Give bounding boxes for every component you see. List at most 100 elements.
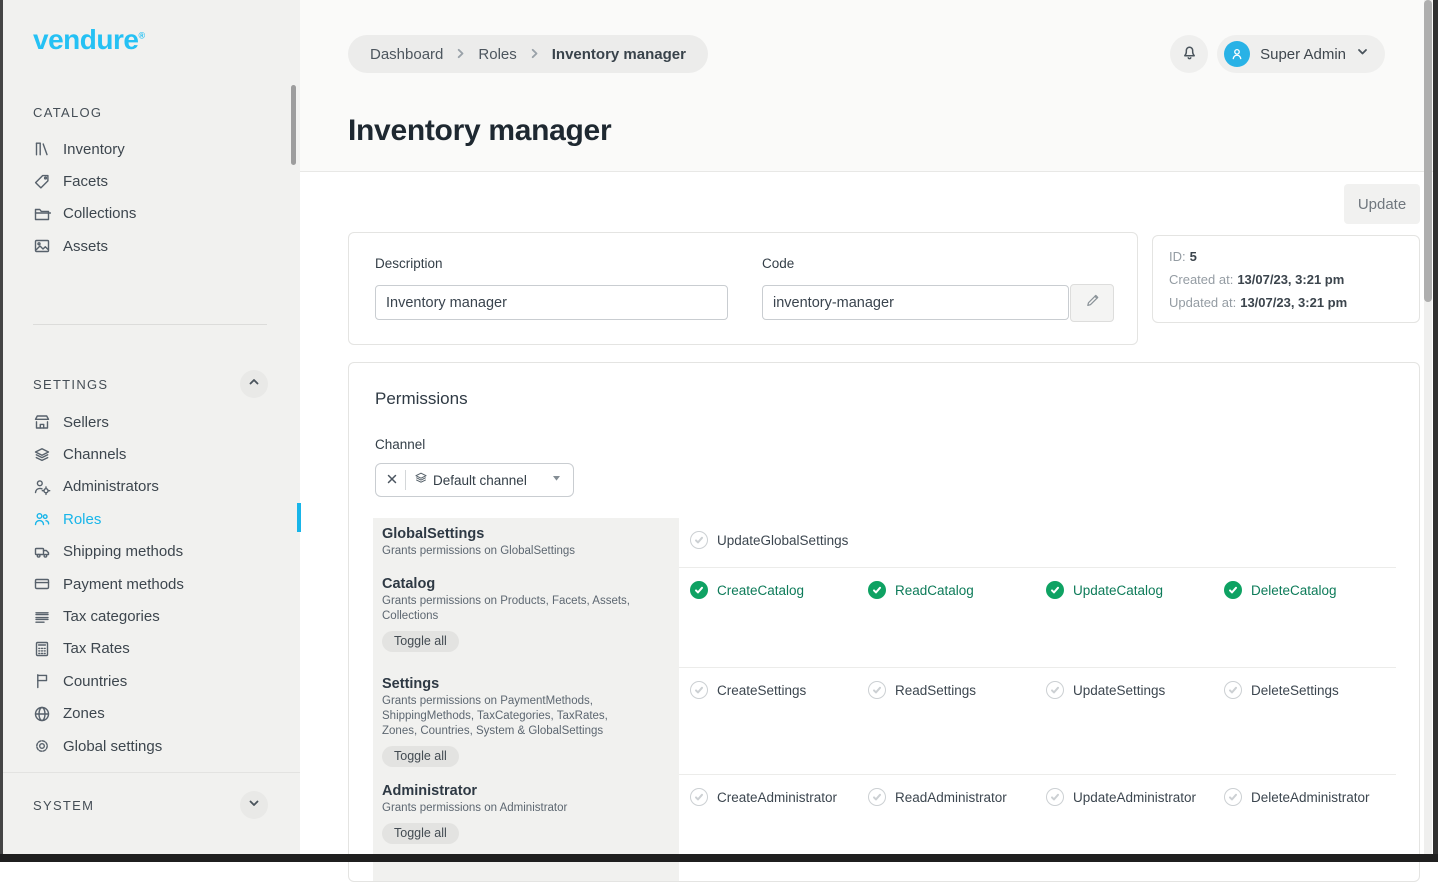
avatar [1224,41,1250,67]
system-collapse-button[interactable] [240,791,268,819]
bell-icon [1180,42,1199,66]
sidebar-item-collections[interactable]: Collections [33,198,290,230]
permission-deletesettings[interactable]: DeleteSettings [1224,681,1402,699]
sidebar-scrollbar-thumb[interactable] [291,85,296,165]
channel-select[interactable]: Default channel [375,463,574,497]
section-label-settings: SETTINGS [33,377,108,392]
checkbox-unchecked-icon [868,681,886,699]
toggle-all-button[interactable]: Toggle all [382,746,459,767]
breadcrumb-roles[interactable]: Roles [478,46,516,63]
permission-updatecatalog[interactable]: UpdateCatalog [1046,581,1224,599]
sidebar-item-tax-categories[interactable]: Tax categories [33,600,290,632]
window-border-bottom [0,854,1438,862]
settings-nav: Sellers Channels Administrators Roles Sh… [33,406,290,762]
user-menu[interactable]: Super Admin [1217,35,1385,73]
permission-cells: UpdateGlobalSettings [679,518,1396,568]
sidebar-item-label: Administrators [63,478,159,495]
sidebar-item-assets[interactable]: Assets [33,230,290,262]
permission-readsettings[interactable]: ReadSettings [868,681,1046,699]
truck-icon [33,543,51,561]
sidebar-item-administrators[interactable]: Administrators [33,471,290,503]
window-border-left [0,0,3,862]
breadcrumb-dashboard[interactable]: Dashboard [370,46,443,63]
sidebar-item-label: Collections [63,205,136,222]
gear-icon [33,737,51,755]
facets-icon [33,173,51,191]
main-content: Dashboard Roles Inventory manager Super … [300,0,1438,862]
chevron-down-icon [248,796,260,814]
permission-createcatalog[interactable]: CreateCatalog [690,581,868,599]
permission-deleteadministrator[interactable]: DeleteAdministrator [1224,788,1402,806]
entity-info-panel: ID:5 Created at:13/07/23, 3:21 pm Update… [1152,235,1420,323]
sidebar-item-roles[interactable]: Roles [33,503,290,535]
sidebar-item-zones[interactable]: Zones [33,698,290,730]
pencil-icon [1085,293,1100,313]
checkbox-checked-icon [690,581,708,599]
sidebar-item-payment-methods[interactable]: Payment methods [33,568,290,600]
catalog-nav: Inventory Facets Collections Assets [33,133,290,263]
sidebar-item-channels[interactable]: Channels [33,438,290,470]
chevron-right-icon [455,46,466,63]
permissions-heading: Permissions [375,389,468,409]
sidebar-item-label: Facets [63,173,108,190]
sidebar-item-countries[interactable]: Countries [33,665,290,697]
checkbox-unchecked-icon [690,681,708,699]
sidebar-item-shipping-methods[interactable]: Shipping methods [33,536,290,568]
sidebar-item-label: Payment methods [63,576,184,593]
assets-icon [33,237,51,255]
description-input[interactable] [375,285,728,320]
notifications-button[interactable] [1170,35,1208,73]
select-divider [405,470,406,490]
update-button[interactable]: Update [1344,184,1420,224]
sidebar-item-global-settings[interactable]: Global settings [33,730,290,762]
credit-card-icon [33,575,51,593]
sidebar-item-facets[interactable]: Facets [33,165,290,197]
checkbox-checked-icon [868,581,886,599]
sidebar-item-tax-rates[interactable]: Tax Rates [33,633,290,665]
sidebar-item-sellers[interactable]: Sellers [33,406,290,438]
checkbox-unchecked-icon [1046,788,1064,806]
breadcrumb-current: Inventory manager [552,46,686,63]
permission-createsettings[interactable]: CreateSettings [690,681,868,699]
flag-icon [33,672,51,690]
sidebar-item-label: Zones [63,705,105,722]
permission-updatesettings[interactable]: UpdateSettings [1046,681,1224,699]
page-scrollbar-thumb[interactable] [1424,0,1432,302]
toggle-all-button[interactable]: Toggle all [382,823,459,844]
group-name: Administrator [382,783,665,799]
group-description: Grants permissions on Products, Facets, … [382,594,644,624]
group-cell: Catalog Grants permissions on Products, … [373,568,679,668]
permission-readadministrator[interactable]: ReadAdministrator [868,788,1046,806]
channels-icon [33,446,51,464]
globe-icon [33,705,51,723]
sidebar-item-label: Channels [63,446,126,463]
vendure-logo[interactable]: vendure® [33,24,145,56]
permission-updateadministrator[interactable]: UpdateAdministrator [1046,788,1224,806]
page-scrollbar-track[interactable] [1424,0,1432,862]
code-input[interactable] [762,285,1069,320]
checkbox-unchecked-icon [1224,788,1242,806]
page-title: Inventory manager [348,114,611,148]
permission-cells: CreateSettings ReadSettings UpdateSettin… [679,668,1396,775]
permission-deletecatalog[interactable]: DeleteCatalog [1224,581,1402,599]
permission-createadministrator[interactable]: CreateAdministrator [690,788,868,806]
edit-code-button[interactable] [1070,284,1114,322]
chevron-down-icon [1356,45,1369,63]
group-name: GlobalSettings [382,526,665,542]
sidebar-item-label: Tax Rates [63,640,130,657]
group-name: Settings [382,676,665,692]
group-description: Grants permissions on Administrator [382,801,644,816]
permission-readcatalog[interactable]: ReadCatalog [868,581,1046,599]
settings-collapse-button[interactable] [240,370,268,398]
sidebar-item-inventory[interactable]: Inventory [33,133,290,165]
permission-row-globalsettings: GlobalSettings Grants permissions on Glo… [373,518,1396,568]
permission-cells: CreateCatalog ReadCatalog UpdateCatalog … [679,568,1396,668]
permission-updateglobalsettings[interactable]: UpdateGlobalSettings [690,531,868,549]
clear-channel-icon[interactable] [387,471,397,489]
collections-icon [33,205,51,223]
permission-row-catalog: Catalog Grants permissions on Products, … [373,568,1396,668]
section-label-catalog: CATALOG [33,105,102,120]
toggle-all-button[interactable]: Toggle all [382,631,459,652]
roles-icon [33,510,51,528]
sidebar-divider [33,324,267,325]
